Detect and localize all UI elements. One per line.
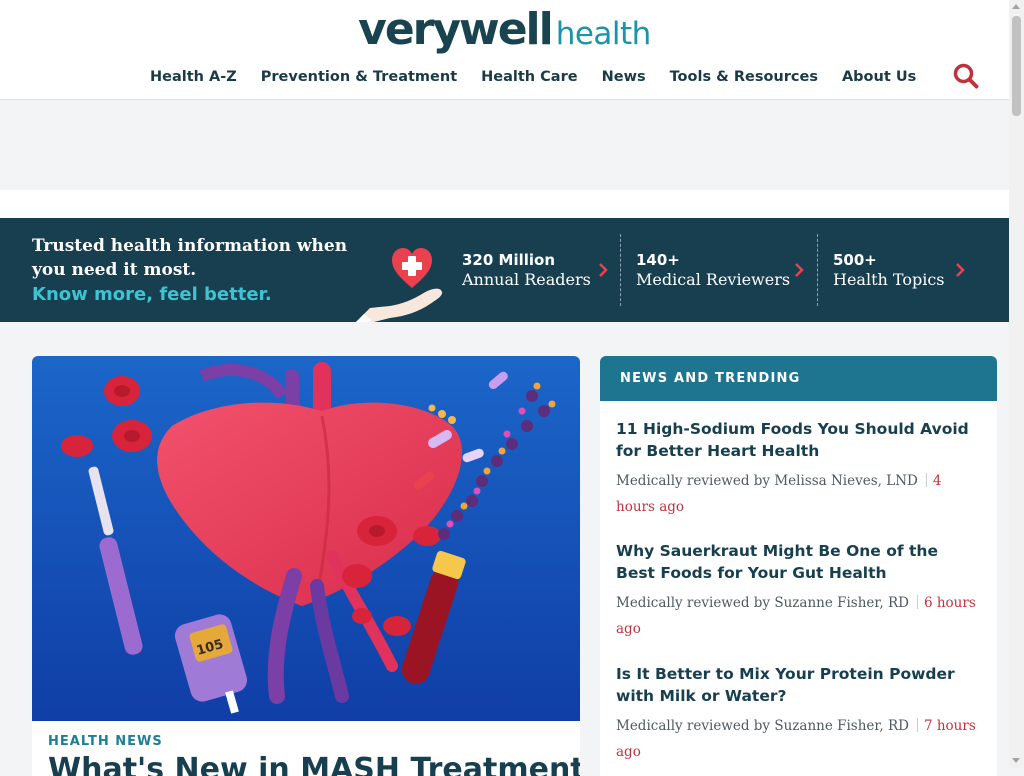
heart-in-hand-icon — [350, 242, 446, 322]
nav-item-prevention-treatment[interactable]: Prevention & Treatment — [261, 66, 457, 88]
nav-item-health-a-z[interactable]: Health A-Z — [150, 66, 237, 88]
chevron-right-icon — [795, 263, 804, 277]
liver-illustration: 105 — [32, 356, 580, 721]
logo-wordmark-verywell: verywell — [358, 4, 554, 55]
meta-divider — [916, 718, 918, 732]
chevron-right-icon — [599, 263, 608, 277]
trending-item[interactable]: Why Sauerkraut Might Be One of the Best … — [616, 540, 978, 642]
article-category: HEALTH NEWS — [48, 734, 163, 749]
stat-label: Annual Readers — [462, 270, 591, 289]
trending-item[interactable]: 11 High-Sodium Foods You Should Avoid fo… — [616, 418, 978, 520]
nav-item-tools-resources[interactable]: Tools & Resources — [670, 66, 818, 88]
ribbon-message: Trusted health information when you need… — [32, 234, 352, 308]
trending-item-reviewer: Medically reviewed by Melissa Nieves, LN… — [616, 473, 918, 489]
meta-divider — [916, 595, 918, 609]
site-header: verywell health Health A-Z Prevention & T… — [0, 0, 1009, 100]
trending-item-reviewer: Medically reviewed by Suzanne Fisher, RD — [616, 595, 909, 611]
ad-spacer — [0, 190, 1009, 218]
chevron-right-icon — [956, 263, 965, 277]
stat-medical-reviewers[interactable]: 140+ Medical Reviewers — [636, 234, 806, 306]
trending-item-meta: Medically reviewed by Melissa Nieves, LN… — [616, 468, 978, 520]
trending-header: NEWS AND TRENDING — [600, 356, 997, 401]
trending-item-meta: Medically reviewed by Suzanne Fisher, RD… — [616, 713, 978, 765]
scrollbar-thumb[interactable] — [1012, 16, 1021, 116]
stat-health-topics[interactable]: 500+ Health Topics — [833, 234, 973, 306]
trending-item-meta: Medically reviewed by Suzanne Fisher, RD… — [616, 590, 978, 642]
ad-slot — [0, 100, 1009, 190]
article-title[interactable]: What's New in MASH Treatment? — [48, 750, 580, 776]
stat-number: 320 Million — [462, 251, 556, 269]
featured-article-card[interactable]: 105 HEALTH NEWS What's New in MASH Treat… — [32, 356, 580, 776]
logo-wordmark-health: health — [555, 16, 652, 52]
ribbon-tagline: Know more, feel better. — [32, 284, 272, 305]
meta-divider — [925, 473, 927, 487]
ribbon-line-1: Trusted health information when — [32, 236, 348, 256]
search-icon — [953, 63, 979, 89]
nav-item-about-us[interactable]: About Us — [842, 66, 916, 88]
stat-divider — [817, 234, 818, 306]
trending-item-title[interactable]: Is It Better to Mix Your Protein Powder … — [616, 663, 978, 707]
site-logo[interactable]: verywell health — [0, 4, 1009, 65]
stat-number: 140+ — [636, 251, 680, 269]
trending-item-reviewer: Medically reviewed by Suzanne Fisher, RD — [616, 718, 909, 734]
trending-item-title[interactable]: Why Sauerkraut Might Be One of the Best … — [616, 540, 978, 584]
trending-item[interactable]: Is It Better to Mix Your Protein Powder … — [616, 663, 978, 765]
stat-label: Health Topics — [833, 270, 945, 289]
nav-item-news[interactable]: News — [602, 66, 646, 88]
ribbon-line-2: you need it most. — [32, 260, 197, 280]
main-nav: Health A-Z Prevention & Treatment Health… — [150, 66, 916, 88]
page-scrollbar[interactable] — [1009, 0, 1024, 768]
stat-annual-readers[interactable]: 320 Million Annual Readers — [462, 234, 612, 306]
stat-number: 500+ — [833, 251, 877, 269]
nav-item-health-care[interactable]: Health Care — [481, 66, 577, 88]
search-button[interactable] — [952, 62, 980, 90]
trending-item-title[interactable]: 11 High-Sodium Foods You Should Avoid fo… — [616, 418, 978, 462]
trending-heading: NEWS AND TRENDING — [620, 371, 801, 386]
news-trending-panel: NEWS AND TRENDING 11 High-Sodium Foods Y… — [600, 356, 997, 776]
scroll-up-arrow-icon[interactable] — [1012, 4, 1020, 9]
trust-ribbon: Trusted health information when you need… — [0, 218, 1009, 322]
scroll-down-arrow-icon[interactable] — [1012, 758, 1020, 763]
stat-divider — [620, 234, 621, 306]
stat-label: Medical Reviewers — [636, 270, 791, 289]
